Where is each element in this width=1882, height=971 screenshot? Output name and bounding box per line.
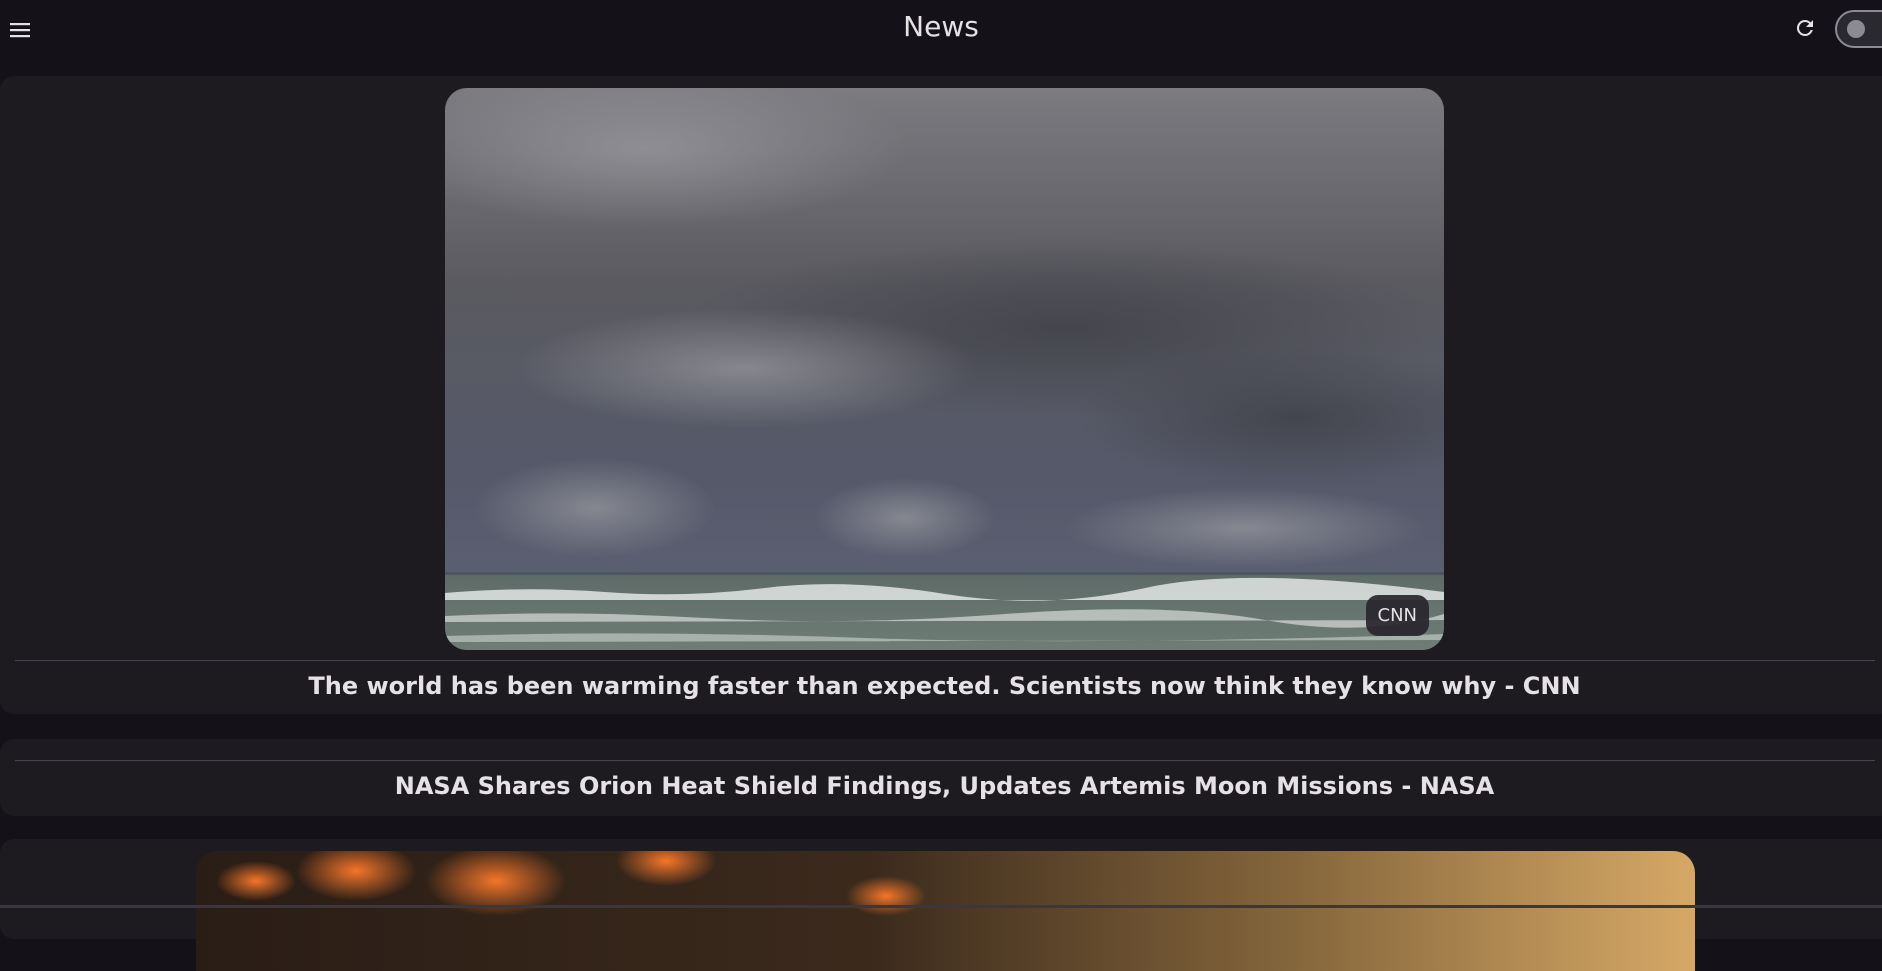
article-card[interactable]: NASA Shares Orion Heat Shield Findings, … (0, 739, 1882, 816)
top-app-bar: News (0, 0, 1882, 60)
refresh-button[interactable] (1790, 13, 1820, 43)
fire-image (196, 851, 1695, 971)
divider (15, 760, 1875, 761)
theme-toggle[interactable] (1835, 10, 1882, 48)
refresh-icon (1796, 19, 1813, 36)
source-badge: CNN (1365, 595, 1429, 636)
article-image: CNN (445, 88, 1444, 650)
toggle-knob (1847, 20, 1865, 38)
article-image (196, 851, 1695, 971)
stormy-sea-image (445, 88, 1444, 650)
page-title: News (903, 10, 979, 43)
divider (15, 660, 1875, 661)
article-headline[interactable]: The world has been warming faster than e… (0, 672, 1882, 700)
article-card[interactable]: CNN The world has been warming faster th… (0, 76, 1882, 714)
article-headline[interactable]: NASA Shares Orion Heat Shield Findings, … (0, 772, 1882, 800)
article-card[interactable] (0, 839, 1882, 971)
